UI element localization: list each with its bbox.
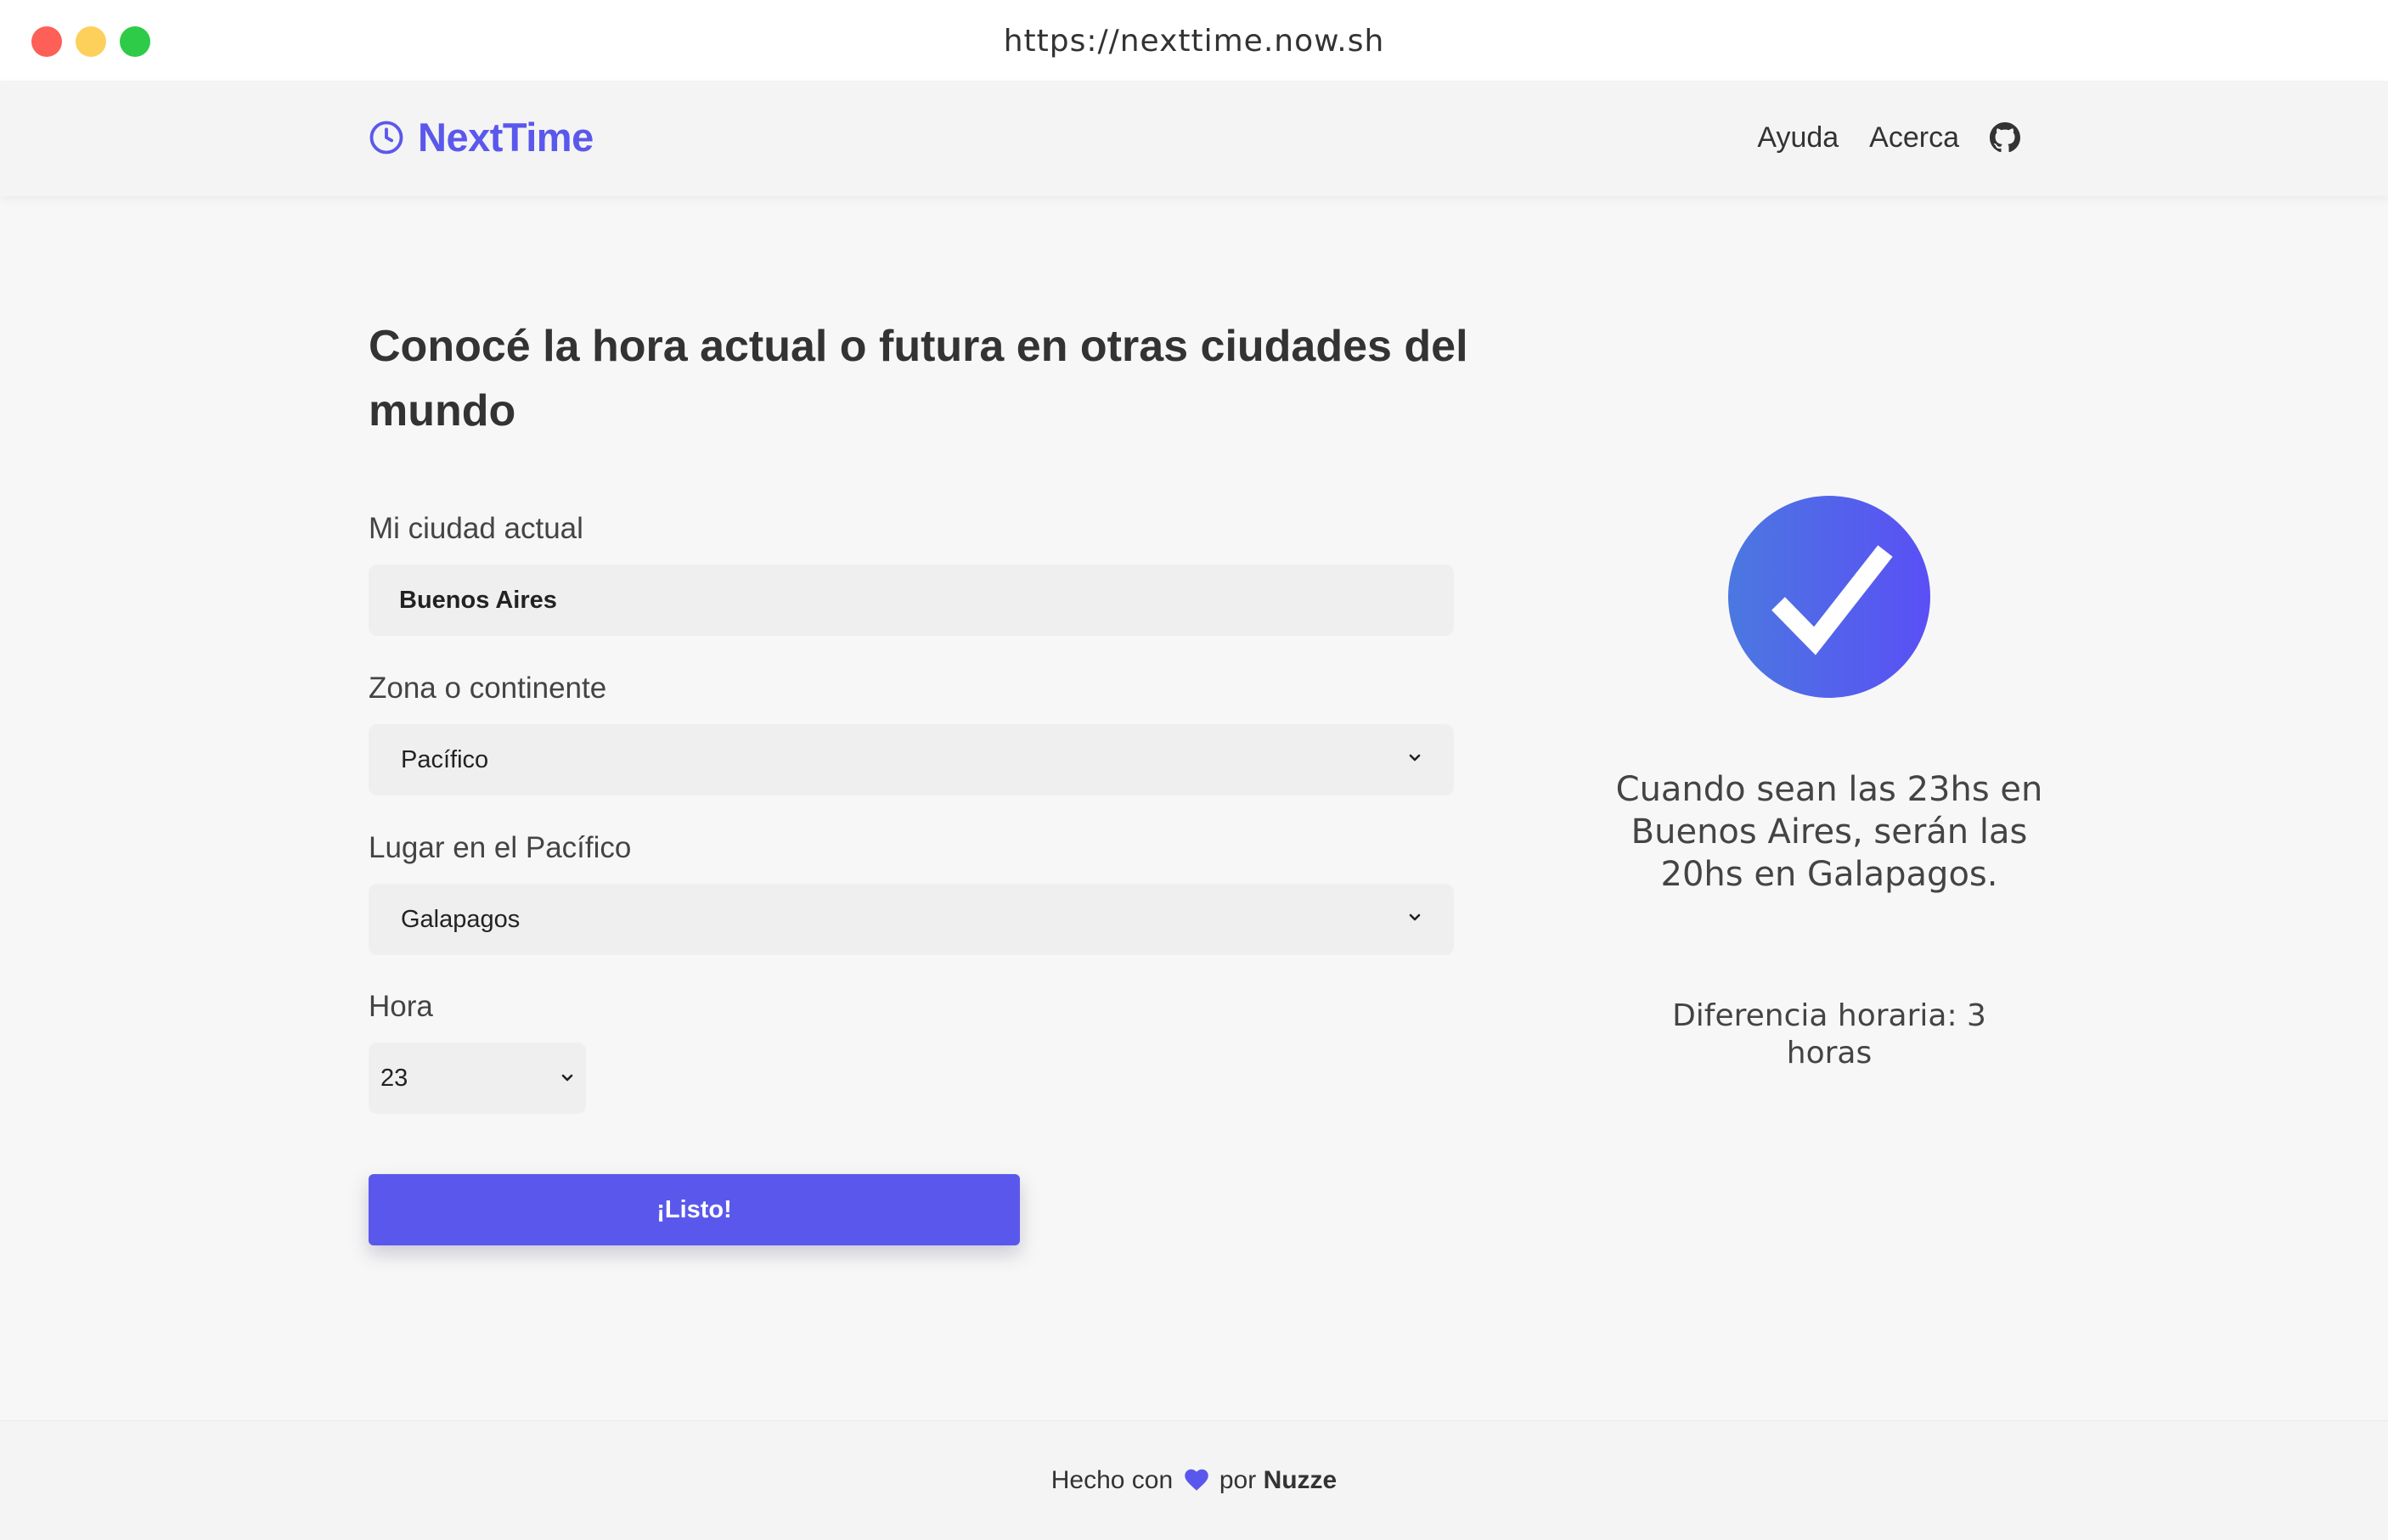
footer: Hecho con por Nuzze bbox=[0, 1420, 2388, 1540]
zone-selected-value: Pacífico bbox=[401, 745, 489, 773]
current-city-label: Mi ciudad actual bbox=[369, 512, 583, 545]
zone-select[interactable]: Pacífico bbox=[369, 724, 1454, 795]
check-circle-icon bbox=[1728, 496, 1930, 698]
hour-select[interactable]: 23 bbox=[369, 1043, 586, 1114]
nav-link-help[interactable]: Ayuda bbox=[1757, 119, 1839, 156]
current-city-input[interactable]: Buenos Aires bbox=[369, 565, 1454, 636]
current-city-value: Buenos Aires bbox=[399, 586, 557, 614]
brand-logo-link[interactable]: NextTime bbox=[369, 116, 594, 159]
place-selected-value: Galapagos bbox=[401, 905, 521, 933]
time-difference: Diferencia horaria: 3 horas bbox=[1672, 998, 1986, 1071]
app-header: NextTime Ayuda Acerca bbox=[0, 81, 2388, 196]
address-bar-url[interactable]: https://nexttime.now.sh bbox=[0, 22, 2388, 61]
footer-prefix: Hecho con bbox=[1050, 1466, 1174, 1494]
nav-link-about[interactable]: Acerca bbox=[1869, 119, 1959, 156]
page-title: Conocé la hora actual o futura en otras … bbox=[369, 322, 1468, 436]
github-icon[interactable] bbox=[1990, 122, 2020, 153]
brand-name: NextTime bbox=[418, 115, 594, 160]
hour-selected-value: 23 bbox=[380, 1064, 408, 1092]
heart-icon bbox=[1184, 1469, 1208, 1491]
result-message: Cuando sean las 23hs en Buenos Aires, se… bbox=[1615, 770, 2043, 894]
author-link[interactable]: Nuzze bbox=[1264, 1466, 1338, 1494]
chevron-down-icon bbox=[561, 1074, 573, 1082]
top-nav: Ayuda Acerca bbox=[1757, 116, 2020, 159]
footer-middle: por bbox=[1219, 1466, 1257, 1494]
browser-title-bar: https://nexttime.now.sh bbox=[0, 0, 2388, 81]
chevron-down-icon bbox=[1409, 754, 1421, 762]
footer-credit: Hecho con por Nuzze bbox=[0, 1464, 2388, 1498]
hour-label: Hora bbox=[369, 990, 433, 1023]
place-select[interactable]: Galapagos bbox=[369, 884, 1454, 955]
place-label: Lugar en el Pacífico bbox=[369, 831, 632, 864]
clock-icon bbox=[369, 121, 403, 155]
zone-label: Zona o continente bbox=[369, 672, 607, 705]
chevron-down-icon bbox=[1409, 913, 1421, 921]
submit-button[interactable]: ¡Listo! bbox=[369, 1174, 1020, 1245]
